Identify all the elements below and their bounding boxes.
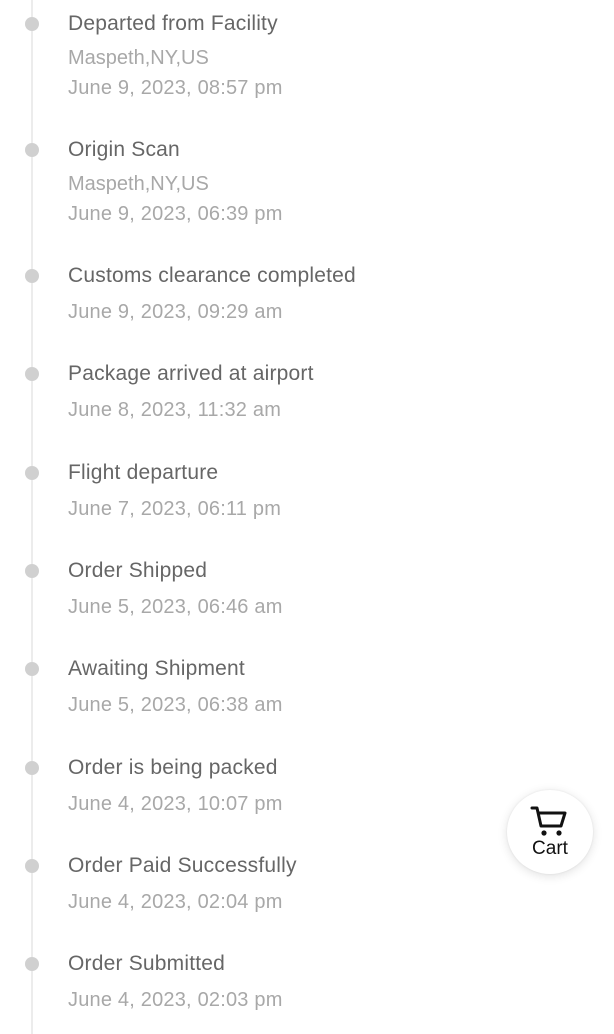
event-title: Package arrived at airport <box>68 362 314 385</box>
tracking-timeline: Departed from Facility Maspeth,NY,US Jun… <box>0 0 614 1034</box>
timeline-dot <box>25 662 39 676</box>
timeline-dot <box>25 761 39 775</box>
timeline-dot <box>25 17 39 31</box>
event-title: Awaiting Shipment <box>68 657 245 680</box>
event-time: June 9, 2023, 08:57 pm <box>68 77 283 99</box>
cart-button[interactable]: Cart <box>507 790 593 874</box>
timeline-dot <box>25 466 39 480</box>
event-title: Customs clearance completed <box>68 264 356 287</box>
event-time: June 4, 2023, 02:04 pm <box>68 891 283 913</box>
event-title: Order Shipped <box>68 559 208 582</box>
event-title: Order is being packed <box>68 756 278 779</box>
event-time: June 9, 2023, 09:29 am <box>68 301 283 323</box>
event-time: June 7, 2023, 06:11 pm <box>68 498 282 520</box>
cart-label: Cart <box>532 838 568 859</box>
timeline-dot <box>25 367 39 381</box>
timeline-dot <box>25 269 39 283</box>
event-time: June 8, 2023, 11:32 am <box>68 399 282 421</box>
event-title: Origin Scan <box>68 138 180 161</box>
event-title: Order Paid Successfully <box>68 854 297 877</box>
event-time: June 4, 2023, 02:03 pm <box>68 989 283 1011</box>
event-time: June 5, 2023, 06:46 am <box>68 596 283 618</box>
cart-icon <box>530 806 567 836</box>
timeline-dot <box>25 859 39 873</box>
event-title: Flight departure <box>68 461 219 484</box>
timeline-dot <box>25 957 39 971</box>
event-title: Order Submitted <box>68 952 226 975</box>
event-location: Maspeth,NY,US <box>68 47 209 69</box>
timeline-dot <box>25 564 39 578</box>
event-time: June 9, 2023, 06:39 pm <box>68 203 283 225</box>
timeline-dot <box>25 143 39 157</box>
event-time: June 5, 2023, 06:38 am <box>68 694 283 716</box>
event-location: Maspeth,NY,US <box>68 173 209 195</box>
event-time: June 4, 2023, 10:07 pm <box>68 793 283 815</box>
event-title: Departed from Facility <box>68 12 278 35</box>
